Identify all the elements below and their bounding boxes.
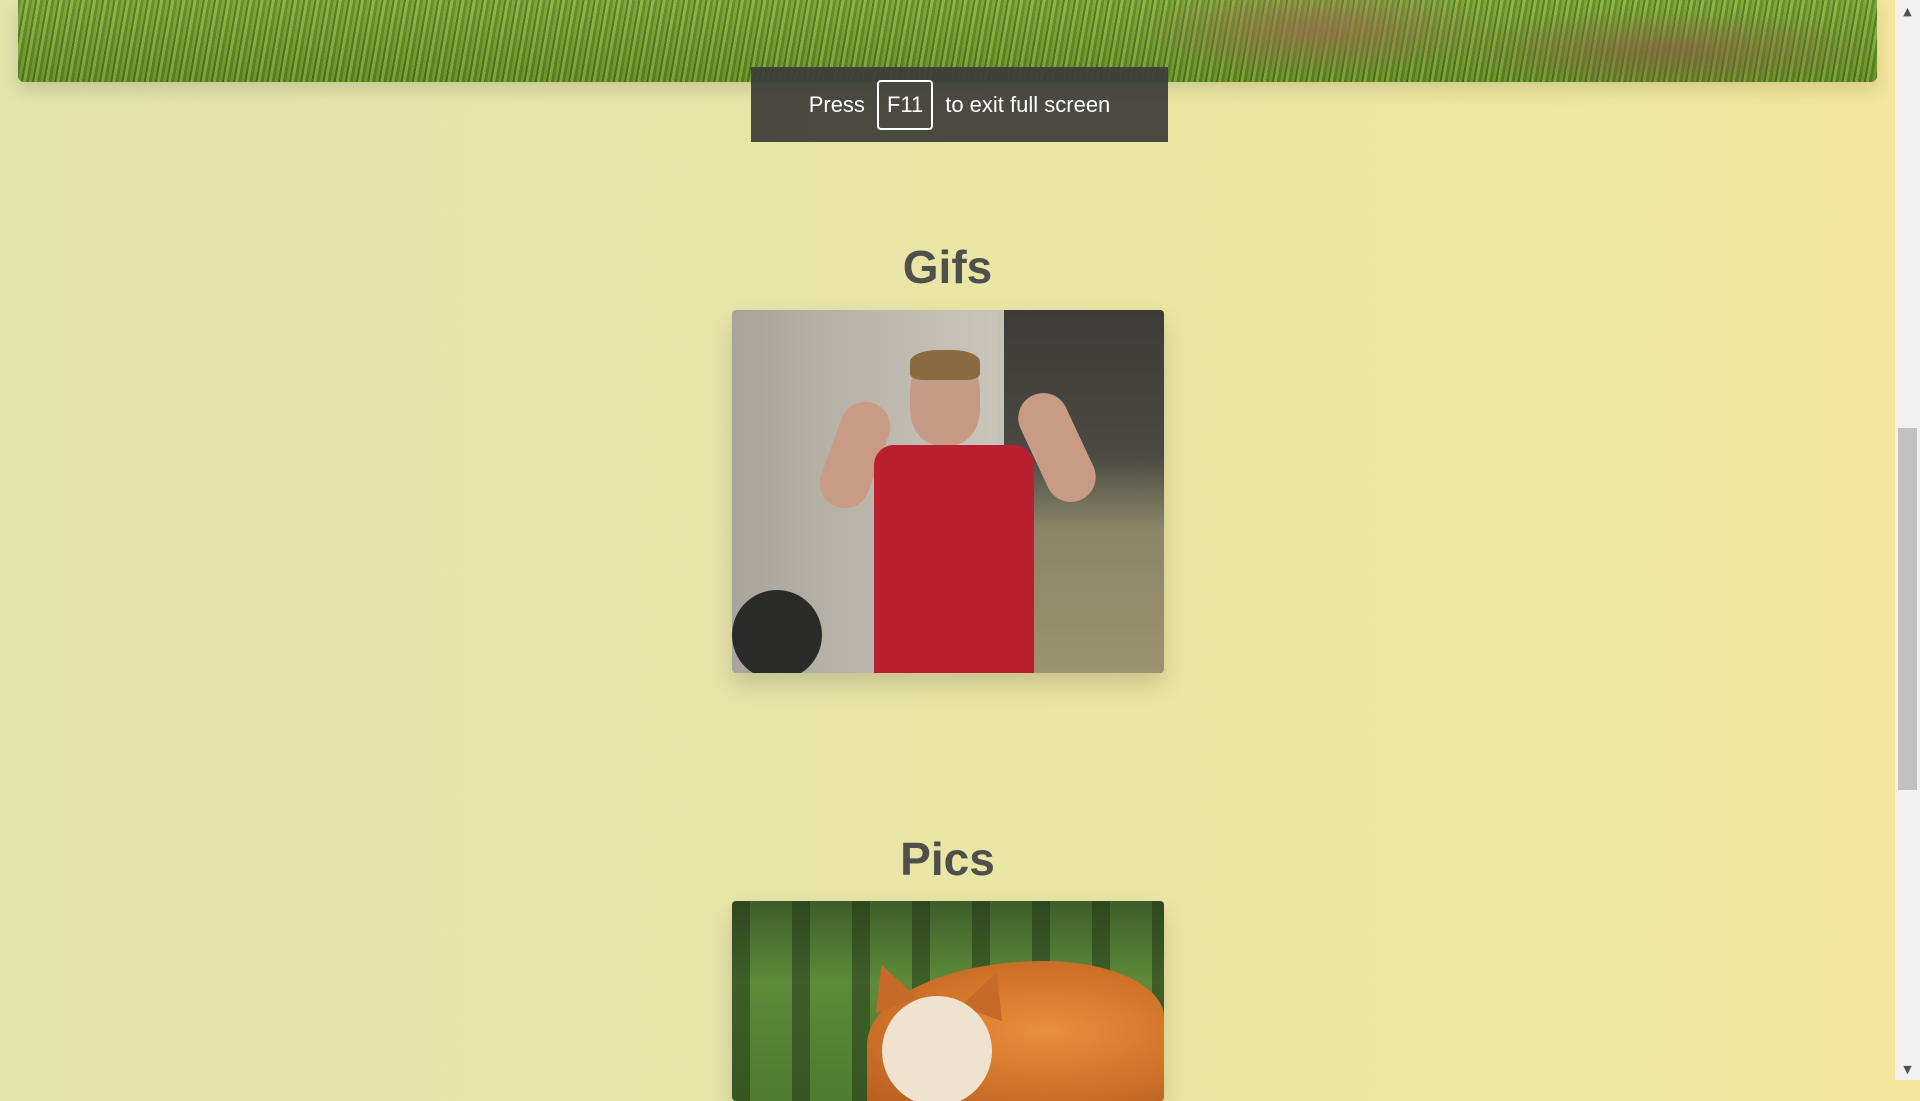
scroll-down-icon[interactable]: ▼ (1895, 1058, 1920, 1080)
f11-keycap: F11 (876, 79, 934, 130)
gif-scene (732, 310, 1164, 673)
gif-image[interactable] (732, 310, 1164, 673)
toast-suffix: to exit full screen (945, 91, 1111, 117)
pic-scene (732, 901, 1164, 1101)
section-title-pics: Pics (900, 833, 995, 885)
toast-prefix: Press (808, 91, 865, 117)
scroll-up-icon[interactable]: ▲ (1895, 0, 1920, 22)
fullscreen-exit-toast: Press F11 to exit full screen (751, 67, 1168, 142)
page: Gifs Pics Press F11 to exit full screen (0, 0, 1895, 1101)
gif-person-hair (910, 350, 980, 380)
pic-fox-face (882, 996, 992, 1101)
pic-image[interactable] (732, 901, 1164, 1101)
vertical-scrollbar[interactable]: ▲ ▼ (1895, 0, 1920, 1080)
gif-disc (732, 590, 822, 673)
gif-person-shirt (874, 445, 1034, 673)
scroll-thumb[interactable] (1898, 428, 1917, 790)
section-title-gifs: Gifs (902, 241, 993, 293)
